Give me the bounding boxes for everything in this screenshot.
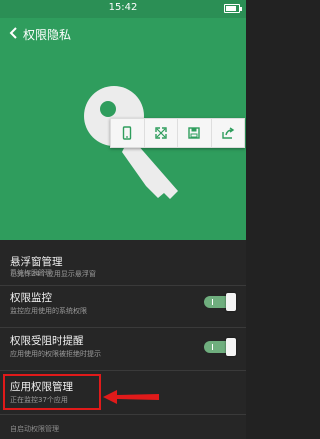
page-title: 权限隐私 xyxy=(23,28,72,42)
permission-monitor-subtitle: 监控应用使用的系统权限 xyxy=(10,307,87,315)
permission-blocked-toggle[interactable] xyxy=(204,338,236,356)
permission-monitor-title: 权限监控 xyxy=(10,292,52,304)
toolbar-save-button[interactable] xyxy=(178,119,212,147)
status-bar: 15:42 xyxy=(0,0,246,18)
toolbar-share-button[interactable] xyxy=(212,119,245,147)
divider xyxy=(0,370,246,371)
battery-icon xyxy=(224,4,242,13)
toolbar-phone-button[interactable] xyxy=(111,119,145,147)
permission-blocked-subtitle: 应用使用的权限被拒绝时提示 xyxy=(10,350,101,358)
status-time: 15:42 xyxy=(108,2,138,13)
expand-icon xyxy=(155,127,167,139)
divider xyxy=(0,285,246,286)
section-system-label: 系统权限管理 xyxy=(10,269,52,277)
phone-icon xyxy=(123,126,132,140)
highlight-box xyxy=(3,374,101,410)
app-bar: 权限隐私 xyxy=(0,18,246,48)
share-icon xyxy=(222,127,235,139)
header-panel: 权限隐私 xyxy=(0,18,246,240)
back-arrow-icon[interactable] xyxy=(8,26,20,40)
save-icon xyxy=(188,127,200,139)
permission-monitor-row[interactable]: 权限监控 监控应用使用的系统权限 xyxy=(0,290,246,322)
floating-window-title: 悬浮窗管理 xyxy=(10,256,63,268)
red-arrow-icon xyxy=(103,390,159,404)
divider xyxy=(0,327,246,328)
section-autostart-label: 自启动权限管理 xyxy=(10,425,59,433)
permission-monitor-toggle[interactable] xyxy=(204,293,236,311)
permission-blocked-row[interactable]: 权限受阻时提醒 应用使用的权限被拒绝时提示 xyxy=(0,333,246,367)
divider xyxy=(0,414,246,415)
toolbar-expand-button[interactable] xyxy=(145,119,178,147)
permission-blocked-title: 权限受阻时提醒 xyxy=(10,335,84,347)
floating-toolbar xyxy=(110,118,245,148)
